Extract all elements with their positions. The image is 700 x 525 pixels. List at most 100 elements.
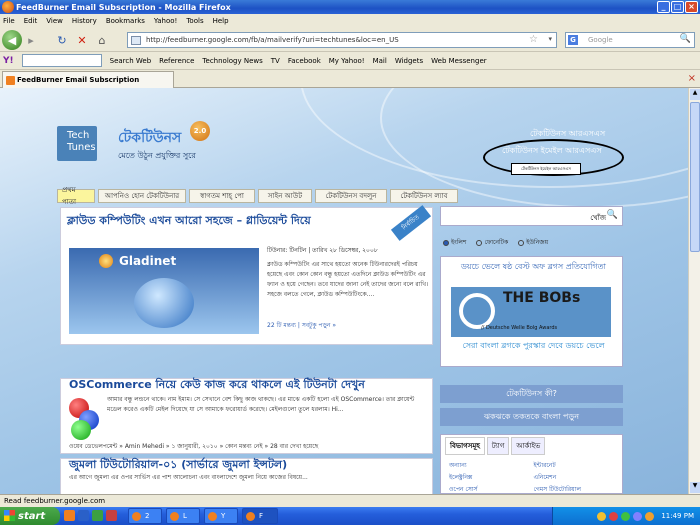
category-link[interactable]: এনিমেশন xyxy=(534,472,615,483)
post-title[interactable]: OSCommerce নিয়ে কেউ কাজ করে থাকলে এই টি… xyxy=(69,376,365,395)
yahoo-widgets[interactable]: Widgets xyxy=(395,57,423,65)
yahoo-facebook[interactable]: Facebook xyxy=(288,57,321,65)
search-input[interactable]: G Google 🔍 xyxy=(565,32,695,48)
radio-english[interactable]: ইংলিশ xyxy=(443,237,466,248)
bobs-banner[interactable]: ডয়চে ভেলে ষষ্ঠ বেস্ট অফ ব্লগস প্রতিযোগি… xyxy=(440,256,623,367)
tray-icon[interactable] xyxy=(645,511,655,521)
app-launch-icon[interactable] xyxy=(106,510,117,521)
yahoo-search-input[interactable] xyxy=(21,54,102,67)
address-bar[interactable]: http://feedburner.google.com/fb/a/mailve… xyxy=(127,32,557,48)
gladinet-logo-icon xyxy=(99,254,113,268)
nav-home[interactable]: প্রথম পাতা xyxy=(57,186,95,206)
google-engine-icon[interactable]: G xyxy=(568,35,578,45)
clock[interactable]: 11:49 PM xyxy=(661,512,694,520)
taskbar-task[interactable]: 2 xyxy=(128,508,162,524)
start-button[interactable]: start xyxy=(0,507,60,525)
nav-welcome[interactable]: স্বাগতম শাহ্‌ পো xyxy=(189,189,255,203)
back-button[interactable]: ◀ xyxy=(2,30,22,50)
post-footer[interactable]: ওয়েব ডেভেলপমেন্ট » Amin Mehedi » ১ জানু… xyxy=(69,441,318,452)
yahoo-logo-icon[interactable]: Y! xyxy=(3,56,14,66)
yahoo-reference[interactable]: Reference xyxy=(159,57,194,65)
category-link[interactable]: ইলেক্ট্রনিক্স xyxy=(449,472,530,483)
home-icon[interactable]: ⌂ xyxy=(95,31,109,49)
forward-button[interactable]: ▸ xyxy=(23,31,39,49)
firefox-icon xyxy=(2,1,14,13)
post-meta: টিউনার: টিনটিন | তারিখ ২৮ ডিসেম্বর, ২০০৮ xyxy=(267,247,378,254)
radio-phonetic[interactable]: ফোনেটিক xyxy=(476,237,508,248)
post-footer[interactable]: 22 টি মন্তব্য | সবটুকু পড়ুন » xyxy=(267,320,336,331)
site-logo-bangla[interactable]: টেকটিউনস xyxy=(118,126,181,150)
yahoo-technology-news[interactable]: Technology News xyxy=(202,57,262,65)
status-bar: Read feedburner.google.com xyxy=(0,494,700,507)
menu-help[interactable]: Help xyxy=(213,17,229,25)
site-logo[interactable]: Tech Tunes xyxy=(57,126,97,161)
post-image[interactable]: Gladinet xyxy=(69,248,259,334)
yahoo-mail[interactable]: Mail xyxy=(373,57,387,65)
vertical-scrollbar[interactable]: ▲ ▼ xyxy=(688,88,700,494)
navigation-toolbar: ◀ ▸ ↻ ✕ ⌂ http://feedburner.google.com/f… xyxy=(0,28,700,52)
ie-launch-icon[interactable] xyxy=(78,510,89,521)
menu-bookmarks[interactable]: Bookmarks xyxy=(106,17,145,25)
tray-icon[interactable] xyxy=(621,511,631,521)
tab-feedburner[interactable]: FeedBurner Email Subscription xyxy=(2,71,174,88)
bobs-subtitle: // Deutsche Welle Bolg Awards xyxy=(481,325,558,331)
task-icon xyxy=(208,512,217,521)
tray-icon[interactable] xyxy=(633,511,643,521)
yahoo-web-messenger[interactable]: Web Messenger xyxy=(431,57,487,65)
taskbar-task[interactable]: L xyxy=(166,508,200,524)
category-link[interactable]: গেমস টিউটোরিয়াল xyxy=(534,484,615,494)
post-title[interactable]: ক্লাউড কম্পিউটিং এখন আরো সহজে – গ্লাডিয়… xyxy=(67,212,311,231)
tray-icon[interactable] xyxy=(609,511,619,521)
tab-close-icon[interactable]: × xyxy=(688,73,696,84)
taskbar-task-active[interactable]: F xyxy=(242,508,278,524)
sidebar-search[interactable]: খোঁজ 🔍 xyxy=(440,206,623,226)
tray-icon[interactable] xyxy=(597,511,607,521)
tab-tags[interactable]: ট্যাগ xyxy=(486,437,510,455)
radio-unijoy[interactable]: ইউনিজয় xyxy=(518,237,548,248)
stop-icon[interactable]: ✕ xyxy=(75,31,89,49)
scroll-down-icon[interactable]: ▼ xyxy=(690,482,700,493)
post-thumbnail[interactable] xyxy=(69,394,101,442)
menu-edit[interactable]: Edit xyxy=(24,17,38,25)
tab-categories[interactable]: বিভাগসমূহ xyxy=(445,437,485,455)
search-placeholder: Google xyxy=(588,36,613,44)
scroll-thumb[interactable] xyxy=(690,102,700,252)
firefox-launch-icon[interactable] xyxy=(64,510,75,521)
menu-yahoo[interactable]: Yahoo! xyxy=(154,17,177,25)
url-dropdown-icon[interactable]: ▾ xyxy=(548,35,552,43)
yahoo-search-web[interactable]: Search Web xyxy=(110,57,152,65)
radio-dot-icon xyxy=(443,239,449,246)
windows-flag-icon xyxy=(4,510,15,521)
bobs-name: THE BOBs xyxy=(503,290,581,306)
globe-icon xyxy=(134,278,194,328)
what-is-techtunes-bar[interactable]: টেকটিউনস কী? xyxy=(440,385,623,403)
task-icon xyxy=(170,512,179,521)
menu-bar: File Edit View History Bookmarks Yahoo! … xyxy=(0,14,700,28)
nav-change-tuner[interactable]: টেকটিউনস বদলুন xyxy=(315,189,387,203)
nav-lab[interactable]: টেকটিউনস ল্যাব xyxy=(390,189,458,203)
search-icon[interactable]: 🔍 xyxy=(680,34,691,44)
maximize-button[interactable]: □ xyxy=(671,1,684,13)
close-button[interactable]: × xyxy=(685,1,698,13)
nav-sign-out[interactable]: সাইন আউট xyxy=(258,189,312,203)
read-bangla-bar[interactable]: ঝকঝকে তকতকে বাংলা পড়ুন xyxy=(440,408,623,426)
menu-file[interactable]: File xyxy=(3,17,15,25)
category-link[interactable]: ইন্টারনেট xyxy=(534,460,615,471)
yahoo-tv[interactable]: TV xyxy=(271,57,280,65)
menu-tools[interactable]: Tools xyxy=(186,17,203,25)
search-icon[interactable]: 🔍 xyxy=(607,210,618,220)
menu-history[interactable]: History xyxy=(72,17,97,25)
app-launch-icon[interactable] xyxy=(92,510,103,521)
url-text: http://feedburner.google.com/fb/a/mailve… xyxy=(146,36,399,44)
taskbar-task[interactable]: Y xyxy=(204,508,238,524)
category-link[interactable]: ওপেন সোর্স xyxy=(449,484,530,494)
category-link[interactable]: অন্যান্য xyxy=(449,460,530,471)
scroll-up-icon[interactable]: ▲ xyxy=(690,89,700,100)
reload-icon[interactable]: ↻ xyxy=(55,31,69,49)
menu-view[interactable]: View xyxy=(46,17,63,25)
minimize-button[interactable]: _ xyxy=(657,1,670,13)
bookmark-star-icon[interactable]: ☆ xyxy=(529,34,538,45)
tab-archive[interactable]: আর্কাইভ xyxy=(511,437,546,455)
yahoo-my-yahoo[interactable]: My Yahoo! xyxy=(329,57,365,65)
nav-become-tuner[interactable]: আপনিও হোন টেকটিউনার xyxy=(98,189,186,203)
